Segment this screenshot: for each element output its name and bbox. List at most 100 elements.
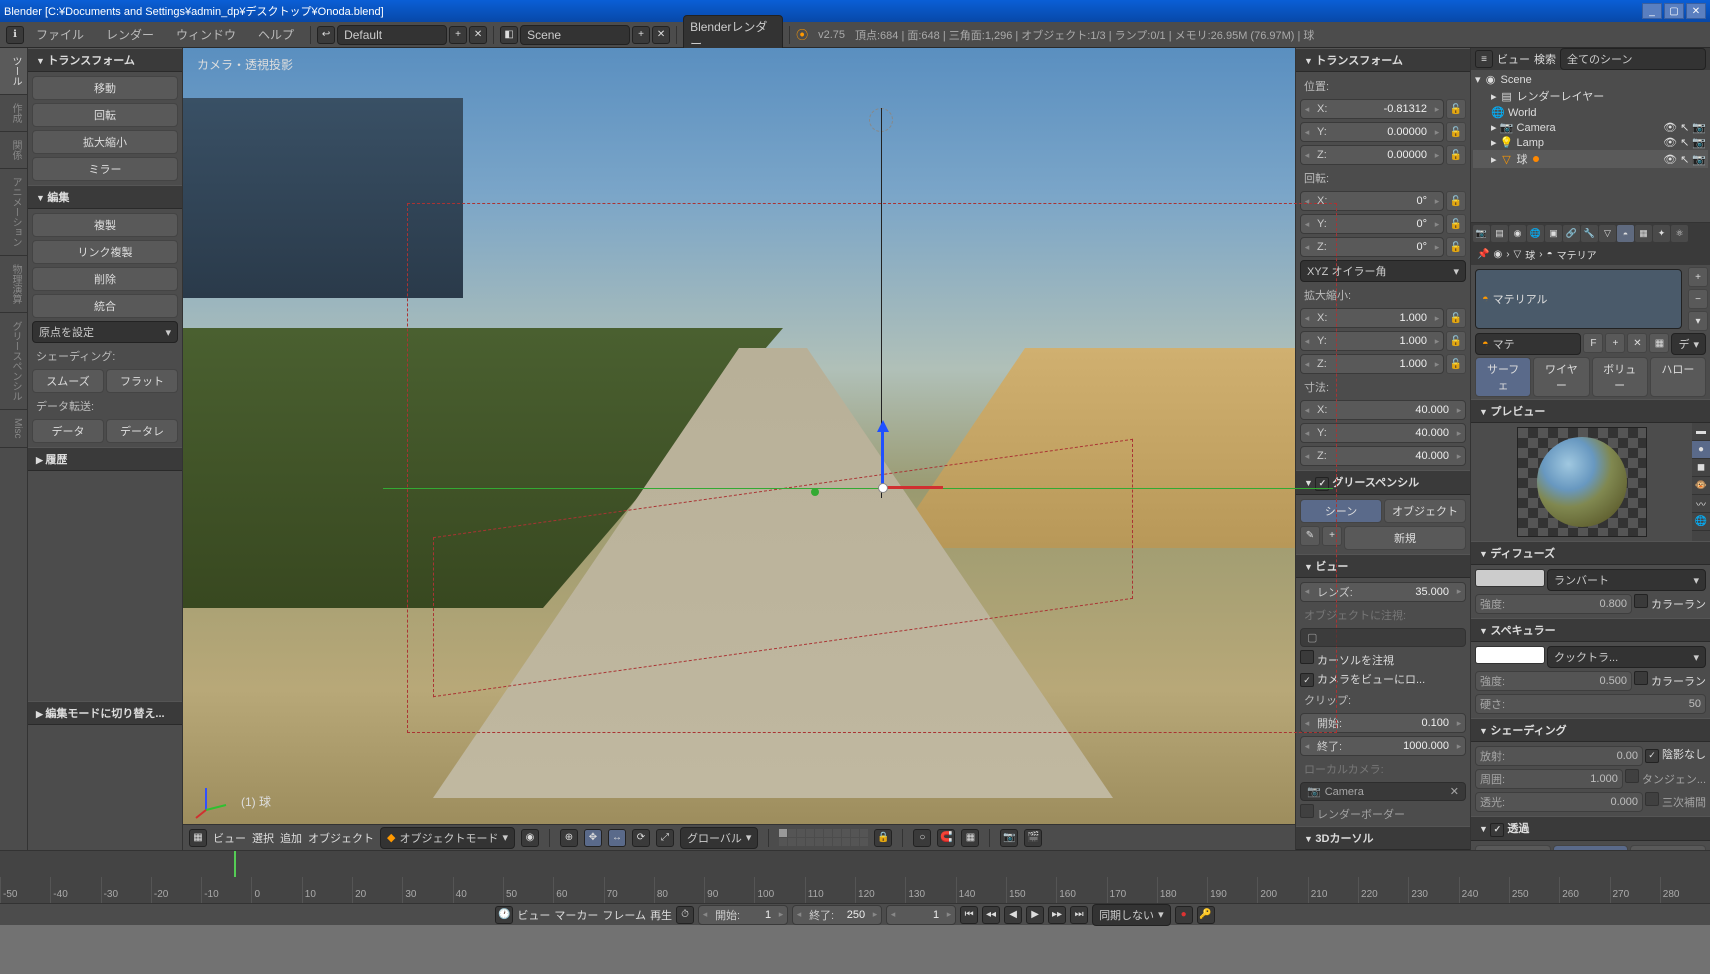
mirror-button[interactable]: ミラー [32, 157, 178, 181]
gizmo-x-axis[interactable] [883, 486, 943, 489]
vp-object-menu[interactable]: オブジェクト [308, 830, 374, 846]
move-button[interactable]: 移動 [32, 76, 178, 100]
lock-rot-x[interactable]: 🔓 [1446, 191, 1466, 211]
tree-scene[interactable]: ▾◉Scene [1473, 72, 1708, 87]
ptab-scene[interactable]: ◉ [1509, 225, 1526, 242]
add-scene-icon[interactable]: + [632, 26, 650, 44]
editor-type-viewport-icon[interactable]: ▦ [189, 829, 207, 847]
preview-header[interactable]: プレビュー [1471, 399, 1710, 423]
gp-object-button[interactable]: オブジェクト [1384, 499, 1466, 523]
mat-nodes-button[interactable]: ▦ [1649, 333, 1669, 353]
vp-view-menu[interactable]: ビュー [213, 830, 246, 846]
preview-monkey-icon[interactable]: 🐵 [1692, 477, 1710, 495]
lock-loc-x[interactable]: 🔓 [1446, 99, 1466, 119]
history-header[interactable]: 履歴 [28, 447, 182, 471]
render-anim-icon[interactable]: 🎬 [1024, 829, 1042, 847]
tab-animation[interactable]: アニメーション [0, 169, 27, 256]
ptab-object[interactable]: ▣ [1545, 225, 1562, 242]
localcam-select[interactable]: 📷Camera✕ [1300, 782, 1466, 801]
render-eye-icon[interactable]: 📷 [1692, 121, 1706, 134]
manipulator-toggle[interactable]: ✥ [584, 829, 602, 847]
clip-end-field[interactable]: ◂終了:1000.000▸ [1300, 736, 1466, 756]
loc-x-field[interactable]: ◂X:-0.81312▸ [1300, 99, 1444, 119]
link-duplicate-button[interactable]: リンク複製 [32, 240, 178, 264]
lock-sc-z[interactable]: 🔓 [1446, 354, 1466, 374]
ptab-constraints[interactable]: 🔗 [1563, 225, 1580, 242]
tab-physics[interactable]: 物理演算 [0, 256, 27, 313]
diffuse-header[interactable]: ディフューズ [1471, 541, 1710, 565]
keyframe-prev-icon[interactable]: ◂◂ [982, 906, 1000, 924]
material-name-field[interactable]: ◓マテ [1475, 333, 1581, 355]
timeline-ticks[interactable]: -50-40-30-20-100102030405060708090100110… [0, 877, 1710, 903]
edit-header[interactable]: 編集 [28, 185, 182, 209]
pin-icon[interactable]: 📌 [1477, 249, 1489, 260]
mask-button[interactable]: マスク [1475, 845, 1551, 851]
shading-header[interactable]: シェーディング [1471, 718, 1710, 742]
scale-button[interactable]: 拡大縮小 [32, 130, 178, 154]
gizmo-z-axis[interactable] [881, 428, 884, 488]
loc-y-field[interactable]: ◂Y:0.00000▸ [1300, 122, 1444, 142]
editmode-toggle[interactable]: 編集モードに切り替え... [28, 701, 182, 725]
lock-object-select[interactable]: ▢ [1300, 628, 1466, 647]
mat-link-select[interactable]: デ▾ [1671, 333, 1706, 355]
tab-grease[interactable]: グリースペンシル [0, 313, 27, 410]
preview-sphere-icon[interactable]: ● [1692, 441, 1710, 459]
rotate-button[interactable]: 回転 [32, 103, 178, 127]
flat-button[interactable]: フラット [106, 369, 178, 393]
outliner-view-menu[interactable]: ビュー [1497, 51, 1530, 67]
lock-loc-y[interactable]: 🔓 [1446, 122, 1466, 142]
specular-shader-select[interactable]: クックトラ...▾ [1547, 646, 1706, 668]
tab-relations[interactable]: 関係 [0, 132, 27, 169]
pivot-icon[interactable]: ⊕ [560, 829, 578, 847]
ptab-modifiers[interactable]: 🔧 [1581, 225, 1598, 242]
add-slot-button[interactable]: + [1688, 267, 1708, 287]
menu-help[interactable]: ヘルプ [248, 22, 304, 47]
manip-translate-icon[interactable]: ↔ [608, 829, 626, 847]
lock-loc-z[interactable]: 🔓 [1446, 145, 1466, 165]
autokey-icon[interactable]: ● [1175, 906, 1193, 924]
tab-create[interactable]: 作成 [0, 95, 27, 132]
material-slot[interactable]: ◓マテリアル [1475, 269, 1682, 329]
shading-icon[interactable]: ◉ [521, 829, 539, 847]
render-icon[interactable]: 📷 [1000, 829, 1018, 847]
cubic-check[interactable] [1645, 792, 1659, 806]
preview-flat-icon[interactable]: ▬ [1692, 423, 1710, 441]
gizmo-origin[interactable] [878, 483, 888, 493]
set-origin-dropdown[interactable]: 原点を設定▾ [32, 321, 178, 343]
close-button[interactable]: ✕ [1686, 3, 1706, 19]
tab-misc[interactable]: Misc [0, 410, 27, 448]
scene-browse-icon[interactable]: ◧ [500, 26, 518, 44]
render-border-check[interactable] [1300, 804, 1314, 818]
jump-start-icon[interactable]: ⏮ [960, 906, 978, 924]
ptab-data[interactable]: ▽ [1599, 225, 1616, 242]
delete-layout-icon[interactable]: ✕ [469, 26, 487, 44]
halo-tab[interactable]: ハロー [1650, 357, 1706, 397]
menu-render[interactable]: レンダー [96, 22, 164, 47]
transparency-header[interactable]: ✓透過 [1471, 816, 1710, 841]
orientation-select[interactable]: グローバル▾ [680, 827, 758, 849]
ptab-particles[interactable]: ✦ [1653, 225, 1670, 242]
join-button[interactable]: 統合 [32, 294, 178, 318]
diffuse-color[interactable] [1475, 569, 1545, 587]
delete-button[interactable]: 削除 [32, 267, 178, 291]
data-button[interactable]: データ [32, 419, 104, 443]
play-icon[interactable]: ▶ [1026, 906, 1044, 924]
tree-world[interactable]: 🌐World [1473, 105, 1708, 120]
end-frame-field[interactable]: ◂終了:250▸ [792, 905, 882, 925]
ptab-physics[interactable]: ⚛ [1671, 225, 1688, 242]
specular-header[interactable]: スペキュラー [1471, 618, 1710, 642]
mat-x-button[interactable]: ✕ [1627, 333, 1647, 353]
transp-enable-check[interactable]: ✓ [1490, 823, 1504, 837]
preview-world-icon[interactable]: 🌐 [1692, 513, 1710, 531]
menu-window[interactable]: ウィンドウ [166, 22, 246, 47]
tree-renderlayers[interactable]: ▸▤レンダーレイヤー [1473, 87, 1708, 105]
ptab-material[interactable]: ◓ [1617, 225, 1634, 242]
smooth-button[interactable]: スムーズ [32, 369, 104, 393]
np-transform-header[interactable]: トランスフォーム [1296, 48, 1470, 72]
remove-slot-button[interactable]: − [1688, 289, 1708, 309]
sync-select[interactable]: 同期しない▾ [1092, 904, 1171, 926]
surface-tab[interactable]: サーフェ [1475, 357, 1531, 397]
maximize-button[interactable]: ▢ [1664, 3, 1684, 19]
manip-scale-icon[interactable]: ⤢ [656, 829, 674, 847]
tl-marker-menu[interactable]: マーカー [554, 907, 598, 923]
